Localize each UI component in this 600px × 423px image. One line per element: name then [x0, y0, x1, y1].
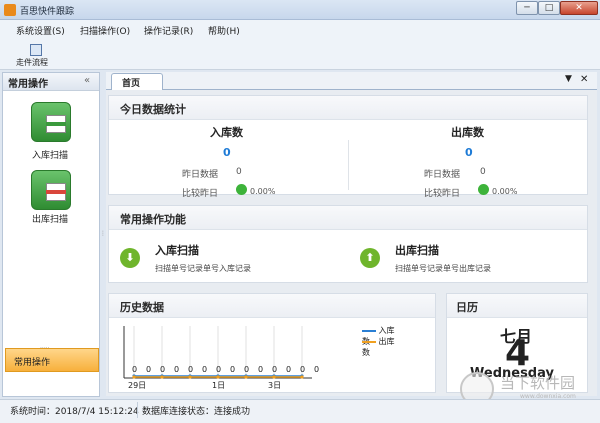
- menu-help[interactable]: 帮助(H): [208, 24, 240, 37]
- inbound-count-value: 0: [223, 146, 231, 159]
- inbound-scan-desc: 扫描单号记录单号入库记录: [155, 264, 251, 273]
- chart-x-tick-label: 1日: [212, 381, 225, 390]
- inbound-compare-value: 0.00%: [250, 187, 276, 196]
- app-icon: [4, 4, 16, 16]
- workflow-button-label[interactable]: 走件流程: [16, 57, 48, 68]
- sidebar-section-label[interactable]: 常用操作: [14, 355, 50, 368]
- outbound-compare-value: 0.00%: [492, 187, 518, 196]
- outbound-scan-action[interactable]: 出库扫描: [395, 242, 439, 258]
- history-panel-title: 历史数据: [120, 301, 164, 314]
- chart-point: [160, 375, 164, 379]
- minimize-button[interactable]: ─: [516, 1, 538, 15]
- outbound-count-value: 0: [465, 146, 473, 159]
- chart-point: [216, 375, 220, 379]
- chart-point: [244, 375, 248, 379]
- tab-dropdown-icon[interactable]: ▼: [565, 74, 572, 84]
- outbound-yesterday-value: 0: [480, 167, 486, 177]
- outbound-scan-desc: 扫描单号记录单号出库记录: [395, 264, 491, 273]
- sidebar-collapse-icon[interactable]: «: [84, 75, 90, 86]
- chart-point: [272, 375, 276, 379]
- chart-data-label: 0: [174, 365, 179, 374]
- chart-data-label: 0: [286, 365, 291, 374]
- close-button[interactable]: ✕: [560, 1, 598, 15]
- tab-bar: [106, 72, 597, 90]
- trend-up-icon: [478, 184, 489, 195]
- chart-data-label: 0: [244, 365, 249, 374]
- window-title: 百思快件跟踪: [20, 7, 75, 17]
- title-bar: [0, 0, 600, 20]
- status-time: 系统时间：2018/7/4 15:12:24: [10, 407, 139, 417]
- status-separator: [137, 402, 138, 418]
- sidebar-title: 常用操作: [8, 79, 48, 90]
- outbound-yesterday-label: 昨日数据: [424, 170, 461, 180]
- inbound-yesterday-label: 昨日数据: [182, 170, 219, 180]
- tab-close-icon[interactable]: ✕: [580, 74, 588, 85]
- legend-swatch-in: [362, 329, 376, 332]
- inbound-count-title: 入库数: [210, 126, 243, 139]
- trend-up-icon: [236, 184, 247, 195]
- chart-point: [300, 375, 304, 379]
- sidebar-item-inbound-scan[interactable]: 入库扫描: [32, 148, 68, 161]
- chart-data-label: 0: [146, 365, 151, 374]
- panel-splitter[interactable]: ⋮: [100, 230, 106, 244]
- calendar-panel-title: 日历: [456, 301, 478, 314]
- inbound-scan-action[interactable]: 入库扫描: [155, 242, 199, 258]
- chart-data-label: 0: [314, 365, 319, 374]
- chart-data-label: 0: [258, 365, 263, 374]
- chart-data-label: 0: [160, 365, 165, 374]
- tab-home-label[interactable]: 首页: [122, 76, 140, 89]
- stats-divider: [348, 140, 349, 190]
- chart-data-label: 0: [230, 365, 235, 374]
- chart-data-label: 0: [300, 365, 305, 374]
- inbound-scan-icon[interactable]: [31, 102, 71, 142]
- chart-data-label: 0: [188, 365, 193, 374]
- down-arrow-icon[interactable]: ⬇: [120, 248, 140, 268]
- maximize-button[interactable]: □: [538, 1, 560, 15]
- up-arrow-icon[interactable]: ⬆: [360, 248, 380, 268]
- watermark-text: 当下软件园: [500, 374, 576, 392]
- chart-point: [132, 375, 136, 379]
- menu-operation-records[interactable]: 操作记录(R): [144, 24, 193, 37]
- toolbar: [0, 40, 600, 70]
- operations-panel-title: 常用操作功能: [120, 213, 186, 226]
- outbound-count-title: 出库数: [451, 126, 484, 139]
- inbound-compare-label: 比较昨日: [182, 189, 219, 199]
- chart-data-label: 0: [202, 365, 207, 374]
- history-chart: 0 0 0 0 0 0 00 0 0 0 0 0 029日 1日 3日: [123, 326, 319, 390]
- workflow-icon[interactable]: [30, 44, 42, 56]
- chart-x-tick-label: 29日: [128, 381, 146, 390]
- stats-panel-title: 今日数据统计: [120, 103, 186, 116]
- chart-data-label: 0: [272, 365, 277, 374]
- inbound-yesterday-value: 0: [236, 167, 242, 177]
- chart-data-label: 0: [216, 365, 221, 374]
- legend-swatch-out: [362, 340, 376, 343]
- status-db-connection: 数据库连接状态：连接成功: [142, 407, 251, 417]
- menu-scan-operations[interactable]: 扫描操作(O): [80, 24, 130, 37]
- chart-x-tick-label: 3日: [268, 381, 281, 390]
- chart-data-label: 0: [132, 365, 137, 374]
- menu-system-settings[interactable]: 系统设置(S): [16, 24, 65, 37]
- outbound-compare-label: 比较昨日: [424, 189, 461, 199]
- sidebar-item-outbound-scan[interactable]: 出库扫描: [32, 212, 68, 225]
- chart-point: [188, 375, 192, 379]
- outbound-scan-icon[interactable]: [31, 170, 71, 210]
